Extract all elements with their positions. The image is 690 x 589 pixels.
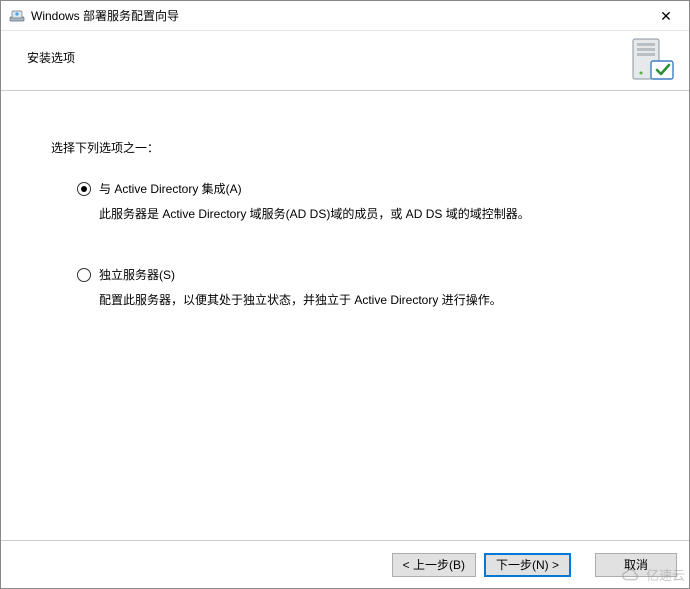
app-icon [9, 8, 25, 24]
back-button[interactable]: < 上一步(B) [392, 553, 476, 577]
radio-option-standalone[interactable]: 独立服务器(S) [77, 266, 639, 283]
header-server-icon [627, 37, 675, 85]
wizard-header: 安装选项 [1, 31, 689, 91]
content-area: 选择下列选项之一： 与 Active Directory 集成(A) 此服务器是… [1, 91, 689, 540]
button-bar: < 上一步(B) 下一步(N) > 取消 [1, 540, 689, 588]
page-title: 安装选项 [21, 45, 75, 66]
titlebar: Windows 部署服务配置向导 ✕ [1, 1, 689, 31]
option-description: 此服务器是 Active Directory 域服务(AD DS)域的成员，或 … [99, 205, 639, 224]
option-label: 独立服务器(S) [99, 266, 175, 283]
radio-option-ad-integrated[interactable]: 与 Active Directory 集成(A) [77, 180, 639, 197]
option-label: 与 Active Directory 集成(A) [99, 180, 242, 197]
radio-icon [77, 182, 91, 196]
close-icon: ✕ [660, 9, 672, 23]
cancel-button[interactable]: 取消 [595, 553, 677, 577]
next-button[interactable]: 下一步(N) > [484, 553, 571, 577]
window-title: Windows 部署服务配置向导 [31, 7, 643, 24]
prompt-text: 选择下列选项之一： [51, 139, 639, 156]
option-group: 与 Active Directory 集成(A) 此服务器是 Active Di… [51, 180, 639, 310]
radio-icon [77, 268, 91, 282]
option-description: 配置此服务器，以便其处于独立状态，并独立于 Active Directory 进… [99, 291, 639, 310]
close-button[interactable]: ✕ [643, 1, 689, 31]
wizard-window: Windows 部署服务配置向导 ✕ 安装选项 选择下列选项之一： 与 Acti… [0, 0, 690, 589]
